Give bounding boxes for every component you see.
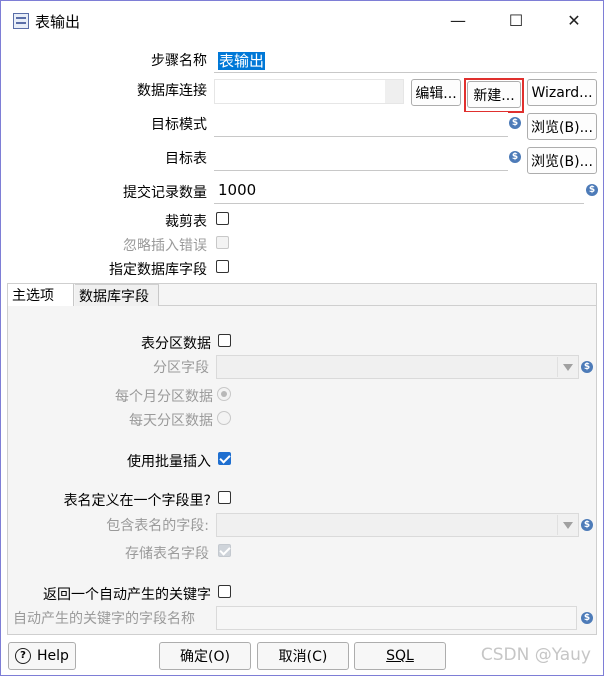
tablename-in-field-label: 表名定义在一个字段里? <box>63 493 211 509</box>
specify-fields-label: 指定数据库字段 <box>109 262 207 278</box>
variable-icon: $ <box>586 184 598 196</box>
store-tablename-checkbox[interactable] <box>218 544 231 557</box>
ok-label: 确定(O) <box>180 649 230 665</box>
monthly-partition-radio[interactable] <box>217 387 231 401</box>
variable-icon: $ <box>581 361 593 373</box>
help-button[interactable]: ? Help <box>8 642 76 670</box>
partition-label: 表分区数据 <box>141 336 211 352</box>
variable-icon: $ <box>581 612 593 624</box>
daily-partition-radio[interactable] <box>217 411 231 425</box>
maximize-button[interactable]: ☐ <box>487 1 545 39</box>
target-table-input[interactable] <box>214 146 508 171</box>
ignore-errors-label: 忽略插入错误 <box>123 238 207 254</box>
variable-icon: $ <box>509 117 521 129</box>
store-tablename-label: 存储表名字段 <box>125 546 209 562</box>
db-connection-dropdown[interactable] <box>385 80 403 103</box>
variable-icon: $ <box>581 519 593 531</box>
dropdown-separator <box>557 515 558 535</box>
dialog-window: 表输出 — ☐ ✕ 步骤名称 表输出 数据库连接 编辑... 新建... Wiz… <box>0 0 604 676</box>
tab-main-options-label: 主选项 <box>12 288 54 304</box>
chevron-down-icon <box>563 364 573 371</box>
chevron-down-icon <box>563 522 573 529</box>
highlight-box <box>464 78 524 113</box>
sql-button[interactable]: SQL <box>354 642 446 670</box>
tablename-in-field-checkbox[interactable] <box>218 491 231 504</box>
close-button[interactable]: ✕ <box>545 1 603 39</box>
partition-field-select[interactable] <box>216 355 579 379</box>
partition-field-label: 分区字段 <box>153 360 209 376</box>
return-key-checkbox[interactable] <box>218 585 231 598</box>
partition-checkbox[interactable] <box>218 334 231 347</box>
step-name-label: 步骤名称 <box>151 53 207 69</box>
edit-connection-label: 编辑... <box>415 85 457 102</box>
truncate-label: 裁剪表 <box>165 214 207 230</box>
cancel-label: 取消(C) <box>278 649 328 665</box>
target-schema-input[interactable] <box>214 112 508 137</box>
table-icon <box>13 13 29 29</box>
dropdown-separator <box>557 357 558 377</box>
monthly-partition-label: 每个月分区数据 <box>115 389 213 405</box>
step-name-input[interactable]: 表输出 <box>214 48 597 73</box>
title-bar: 表输出 — ☐ ✕ <box>1 1 603 39</box>
browse-table-button[interactable]: 浏览(B)... <box>527 147 597 174</box>
db-connection-select[interactable] <box>214 79 404 104</box>
minimize-button[interactable]: — <box>429 1 487 39</box>
tab-db-fields[interactable]: 数据库字段 <box>75 284 159 306</box>
edit-connection-button[interactable]: 编辑... <box>411 79 461 106</box>
help-label: Help <box>37 648 69 664</box>
batch-insert-checkbox[interactable] <box>218 452 231 465</box>
tablename-field-select[interactable] <box>216 513 579 537</box>
commit-size-label: 提交记录数量 <box>123 185 207 201</box>
window-title: 表输出 <box>35 13 81 31</box>
browse-schema-button[interactable]: 浏览(B)... <box>527 113 597 140</box>
wizard-button[interactable]: Wizard... <box>527 79 597 106</box>
cancel-button[interactable]: 取消(C) <box>257 642 349 670</box>
tab-main-options[interactable]: 主选项 <box>8 284 74 306</box>
browse-table-label: 浏览(B)... <box>531 153 593 170</box>
truncate-checkbox[interactable] <box>216 212 229 225</box>
batch-insert-label: 使用批量插入 <box>127 454 211 470</box>
sql-label: SQL <box>386 648 414 664</box>
ok-button[interactable]: 确定(O) <box>159 642 251 670</box>
step-name-value: 表输出 <box>218 52 266 70</box>
variable-icon: $ <box>509 151 521 163</box>
target-table-label: 目标表 <box>165 151 207 167</box>
tab-divider <box>159 305 596 306</box>
db-connection-label: 数据库连接 <box>137 83 207 99</box>
tablename-field-label: 包含表名的字段: <box>106 518 209 534</box>
daily-partition-label: 每天分区数据 <box>129 413 213 429</box>
browse-schema-label: 浏览(B)... <box>531 119 593 136</box>
target-schema-label: 目标模式 <box>151 117 207 133</box>
commit-size-input[interactable]: 1000 <box>214 179 584 204</box>
key-field-input[interactable] <box>216 606 577 630</box>
return-key-label: 返回一个自动产生的关键字 <box>43 587 211 603</box>
specify-fields-checkbox[interactable] <box>216 260 229 273</box>
wizard-label: Wizard... <box>531 84 593 101</box>
watermark: CSDN @Yauy <box>480 645 591 665</box>
help-icon: ? <box>15 648 32 664</box>
key-field-label: 自动产生的关键字的字段名称 <box>13 611 195 627</box>
ignore-errors-checkbox[interactable] <box>216 236 229 249</box>
tab-db-fields-label: 数据库字段 <box>79 288 149 305</box>
